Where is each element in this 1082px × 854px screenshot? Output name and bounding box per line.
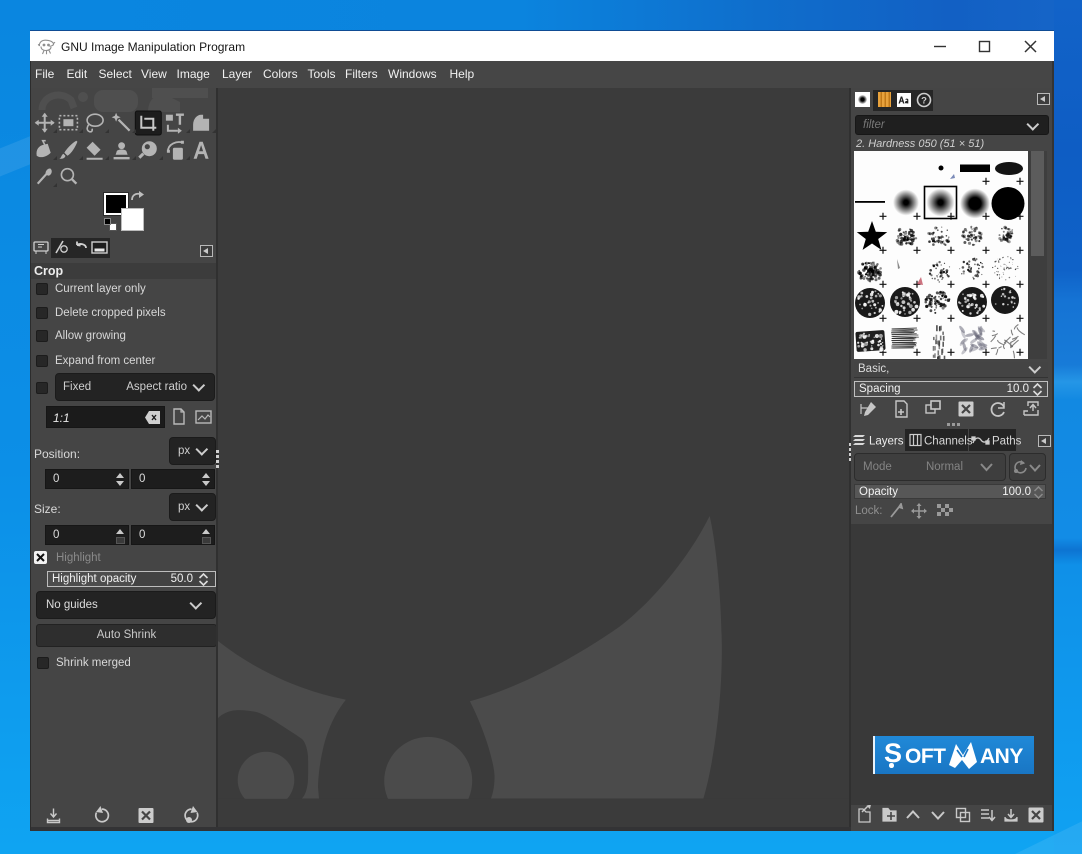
svg-text:Paths: Paths	[992, 436, 1022, 448]
svg-text:Layers: Layers	[869, 436, 904, 448]
svg-text:Channels: Channels	[924, 436, 973, 448]
svg-text:?: ?	[921, 96, 927, 107]
